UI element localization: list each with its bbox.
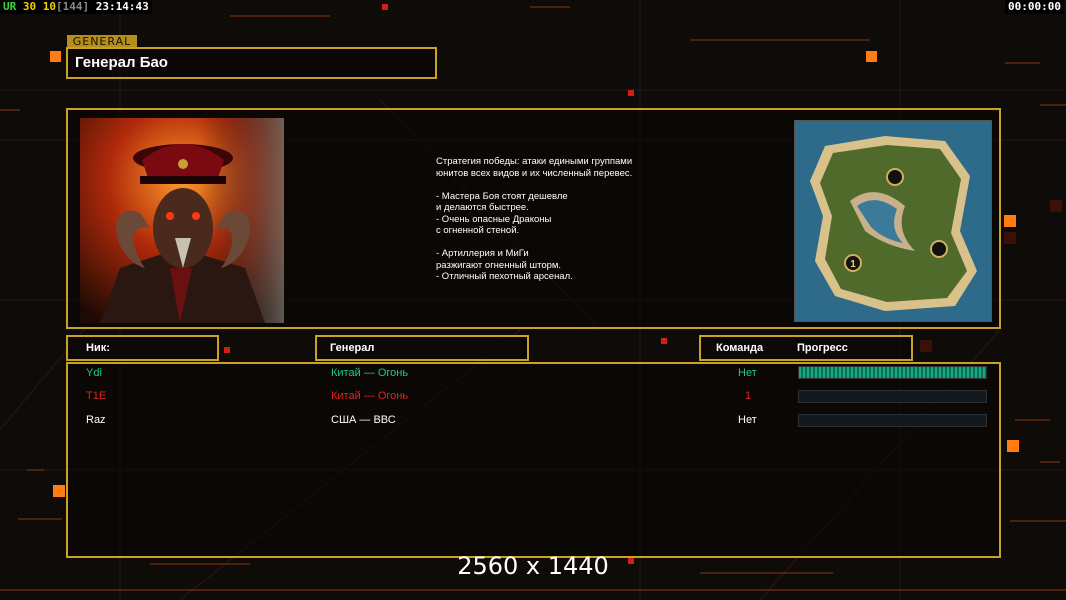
player-team: 1 (745, 390, 752, 402)
column-header-team-label: Команда (716, 342, 764, 354)
ur-tag: UR (3, 0, 17, 13)
general-title-panel: Генерал Бао (66, 47, 437, 79)
player-general: США — ВВС (331, 414, 396, 426)
column-header-general-label: Генерал (330, 342, 375, 354)
resolution-label: 2560 x 1440 (457, 552, 609, 580)
top-status-bar: UR 30 10[144] 23:14:43 (0, 0, 152, 14)
strategy-description: Стратегия победы: атаки едиными группами… (436, 156, 633, 282)
column-header-nick-label: Ник: (86, 342, 110, 354)
player-general: Китай — Огонь (331, 390, 409, 402)
player-team: Нет (738, 414, 757, 426)
player-team: Нет (738, 367, 757, 379)
player-nick: Ydi (86, 367, 102, 379)
clock: 23:14:43 (95, 0, 149, 13)
column-header-general: Генерал (315, 335, 529, 361)
player-nick: T1E (86, 390, 107, 402)
general-info-panel: Стратегия победы: атаки едиными группами… (66, 108, 1001, 329)
general-portrait (80, 118, 284, 323)
player-progress-bar (798, 366, 987, 379)
player-nick: Raz (86, 414, 106, 426)
column-header-nick: Ник: (66, 335, 219, 361)
minimap-start-marker: 1 (850, 259, 856, 270)
stat-value-2: 10 (42, 0, 56, 13)
column-header-team-progress: Команда Прогресс (699, 335, 913, 361)
stat-bracket: [144] (56, 0, 90, 13)
player-progress-bar (798, 390, 987, 403)
general-name: Генерал Бао (75, 54, 168, 71)
progress-fill (799, 367, 986, 378)
stat-value-1: 30 (22, 0, 37, 13)
player-progress-bar (798, 414, 987, 427)
match-timer: 00:00:00 (1005, 0, 1064, 14)
minimap: 1 (794, 120, 992, 322)
player-general: Китай — Огонь (331, 367, 409, 379)
column-header-progress-label: Прогресс (797, 342, 848, 354)
